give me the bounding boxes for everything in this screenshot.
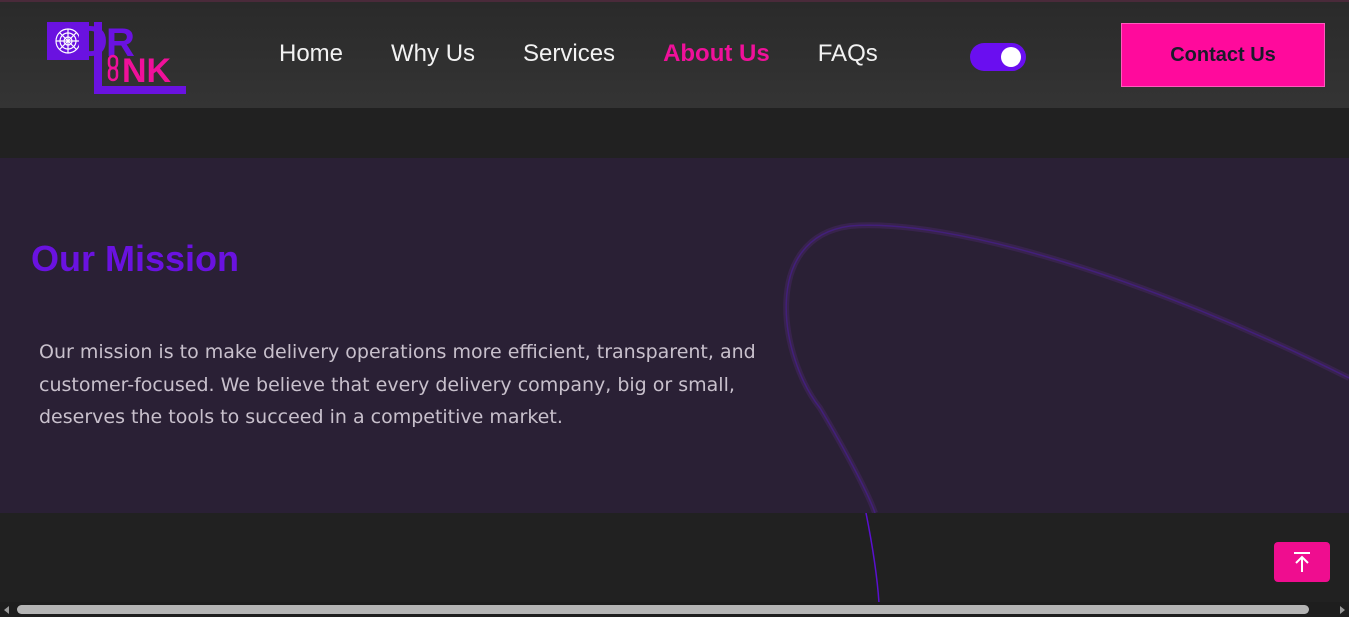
site-header: D R L NK Home Why Us Services About Us F… (0, 2, 1349, 108)
main-nav: Home Why Us Services About Us FAQs (279, 40, 926, 72)
horizontal-scrollbar[interactable] (0, 602, 1349, 617)
mission-title: Our Mission (31, 238, 240, 279)
scroll-right-arrow[interactable] (1340, 606, 1345, 614)
nav-about-us[interactable]: About Us (663, 40, 770, 72)
nav-services[interactable]: Services (523, 40, 615, 72)
nav-why-us[interactable]: Why Us (391, 40, 475, 72)
scrollbar-thumb[interactable] (17, 605, 1309, 614)
nav-faqs[interactable]: FAQs (818, 40, 878, 72)
mission-section: Our Mission Our mission is to make deliv… (0, 158, 1349, 513)
logo-letter-d: D (76, 18, 108, 66)
mission-text: Our mission is to make delivery operatio… (39, 341, 756, 428)
decorative-curve-continued (865, 513, 880, 603)
theme-toggle[interactable] (970, 43, 1026, 71)
nav-home[interactable]: Home (279, 40, 343, 72)
logo[interactable]: D R L NK (46, 18, 190, 96)
arrow-up-to-line-icon (1294, 552, 1310, 572)
contact-us-button[interactable]: Contact Us (1121, 23, 1325, 87)
logo-letter-l-text: L (46, 18, 47, 19)
scroll-left-arrow[interactable] (4, 606, 9, 614)
logo-text-nk: NK (122, 52, 172, 90)
toggle-knob (1001, 47, 1021, 67)
scroll-to-top-button[interactable] (1274, 542, 1330, 582)
